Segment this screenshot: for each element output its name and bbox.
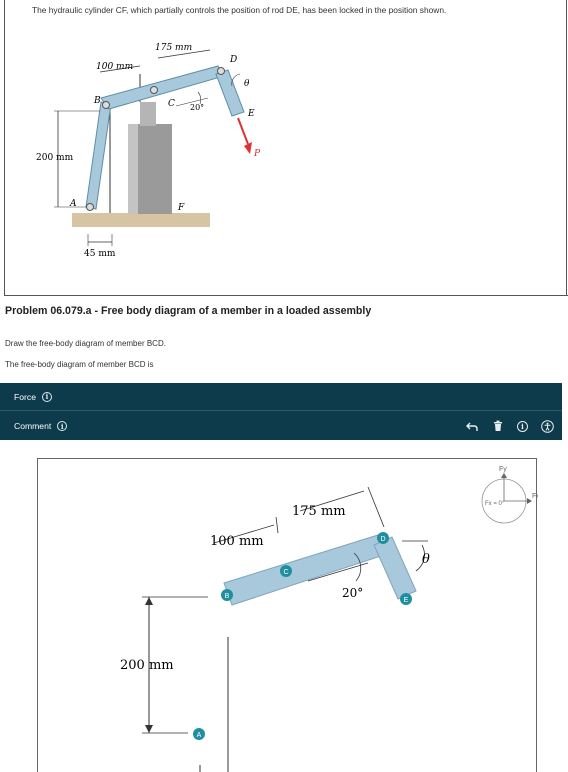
fbd-member-de <box>373 536 417 600</box>
member-ab <box>85 101 112 210</box>
trash-icon[interactable] <box>491 419 505 433</box>
fbd-label-a: A <box>197 732 202 739</box>
instruction-draw-text: Draw the free-body diagram of member BCD… <box>5 339 166 348</box>
trash-icon-svg <box>494 420 502 431</box>
fbd-dim-200: 200 mm <box>120 658 174 673</box>
cylinder-rod <box>140 102 156 126</box>
fig-label-f: F <box>177 203 185 213</box>
fig-label-e: E <box>247 109 255 119</box>
fbd-drawing: B C D E A 175 mm 100 mm 200 mm 20° θ Fy … <box>120 466 538 772</box>
accessibility-icon[interactable] <box>540 419 554 433</box>
fig-label-p: P <box>253 149 260 159</box>
fig-label-d: D <box>229 55 237 65</box>
undo-icon-svg <box>466 422 478 431</box>
pin-c <box>150 86 158 94</box>
info-icon[interactable]: i <box>517 420 528 432</box>
fbd-dim-175: 175 mm <box>292 504 346 519</box>
fbd-label-theta: θ <box>422 552 430 567</box>
toolbar-actions: i <box>465 412 554 440</box>
fig-label-theta: θ <box>244 79 250 89</box>
fbd-label-c: C <box>283 569 288 576</box>
comment-tool[interactable]: Comment <box>14 421 51 431</box>
instruction-fbd: The free-body diagram of member BCD is <box>5 360 154 369</box>
member-bcd <box>100 65 225 110</box>
force-tool[interactable]: Force <box>14 392 36 402</box>
legend-fx: Fx <box>532 493 538 500</box>
fbd-dim-ext <box>275 516 279 534</box>
fig-label-b: B <box>93 96 101 106</box>
force-direction-legend[interactable]: Fy Fx Fx = 0° <box>481 466 538 524</box>
toolbar-row-force: Force i <box>0 383 562 411</box>
fig-dim-175: 175 mm <box>155 43 192 53</box>
instruction-draw: Draw the free-body diagram of member BCD… <box>5 339 166 348</box>
accessibility-icon-svg <box>540 419 554 433</box>
fig-angle-20: 20° <box>190 103 204 112</box>
fbd-canvas[interactable]: B C D E A 175 mm 100 mm 200 mm 20° θ Fy … <box>37 458 538 772</box>
fbd-toolbar: Force i Comment i i <box>0 383 562 440</box>
legend-y-arrowhead <box>501 473 507 478</box>
assembly-figure: 175 mm 100 mm 200 mm 45 mm 20° A B C D E… <box>36 43 260 259</box>
ground-base <box>72 213 210 227</box>
fbd-dim-100: 100 mm <box>210 534 264 549</box>
fbd-label-b: B <box>225 593 230 600</box>
fig-dim-100: 100 mm <box>96 62 133 72</box>
fbd-angle-20: 20° <box>342 586 363 600</box>
toolbar-row-comment: Comment i i <box>0 412 562 440</box>
fig-dim-45: 45 mm <box>84 249 116 259</box>
force-p-arrow <box>237 117 249 145</box>
instruction-fbd-text: The free-body diagram of member BCD is <box>5 360 154 369</box>
pin-d <box>217 67 225 75</box>
member-de <box>215 69 245 117</box>
fig-label-c: C <box>168 99 175 109</box>
info-icon[interactable]: i <box>41 391 52 402</box>
fbd-dim-ext <box>367 486 385 528</box>
pin-a <box>86 203 94 211</box>
figure-frame-right-edge <box>566 0 567 296</box>
fbd-dim-arrowhead <box>145 597 153 605</box>
info-icon[interactable]: i <box>57 421 68 431</box>
fig-label-a: A <box>69 199 77 209</box>
problem-title: Problem 06.079.a - Free body diagram of … <box>5 305 372 317</box>
fig-dim-200: 200 mm <box>36 153 74 163</box>
legend-fy: Fy <box>499 466 507 473</box>
cylinder-highlight <box>128 124 138 214</box>
undo-icon[interactable] <box>465 419 479 433</box>
fbd-label-d: D <box>380 536 385 543</box>
fbd-dim-arrowhead <box>145 725 153 733</box>
fbd-label-e: E <box>404 597 409 604</box>
legend-fx-angle: Fx = 0° <box>485 501 505 507</box>
pin-b <box>102 101 110 109</box>
